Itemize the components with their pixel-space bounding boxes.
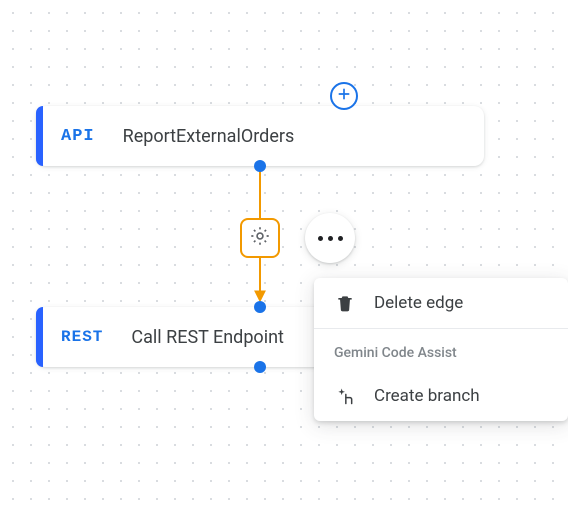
node-tag-rest: REST: [61, 328, 103, 346]
node-title-api: ReportExternalOrders: [123, 126, 295, 147]
node-api[interactable]: API ReportExternalOrders: [36, 106, 484, 166]
edge-context-menu: Delete edge Gemini Code Assist Create br…: [314, 278, 568, 421]
port-rest-in[interactable]: [254, 301, 266, 313]
menu-item-delete-edge[interactable]: Delete edge: [314, 278, 568, 328]
gear-icon: [249, 225, 271, 251]
plus-icon: [336, 86, 352, 106]
node-title-rest: Call REST Endpoint: [131, 327, 284, 348]
port-api-out[interactable]: [254, 160, 266, 172]
node-accent: [36, 307, 43, 367]
sparkle-branch-icon: [334, 385, 356, 407]
node-accent: [36, 106, 43, 166]
port-rest-out[interactable]: [254, 361, 266, 373]
node-tag-api: API: [61, 127, 95, 146]
edge-more-button[interactable]: [305, 213, 355, 263]
add-node-button[interactable]: [330, 82, 358, 110]
menu-item-label: Create branch: [374, 386, 480, 406]
trash-icon: [334, 292, 356, 314]
menu-item-label: Delete edge: [374, 293, 463, 313]
more-horizontal-icon: [318, 236, 343, 241]
menu-item-create-branch[interactable]: Create branch: [314, 371, 568, 421]
menu-section-header: Gemini Code Assist: [314, 329, 568, 371]
edge-settings-button[interactable]: [240, 218, 280, 258]
edge-layer: [0, 0, 568, 508]
